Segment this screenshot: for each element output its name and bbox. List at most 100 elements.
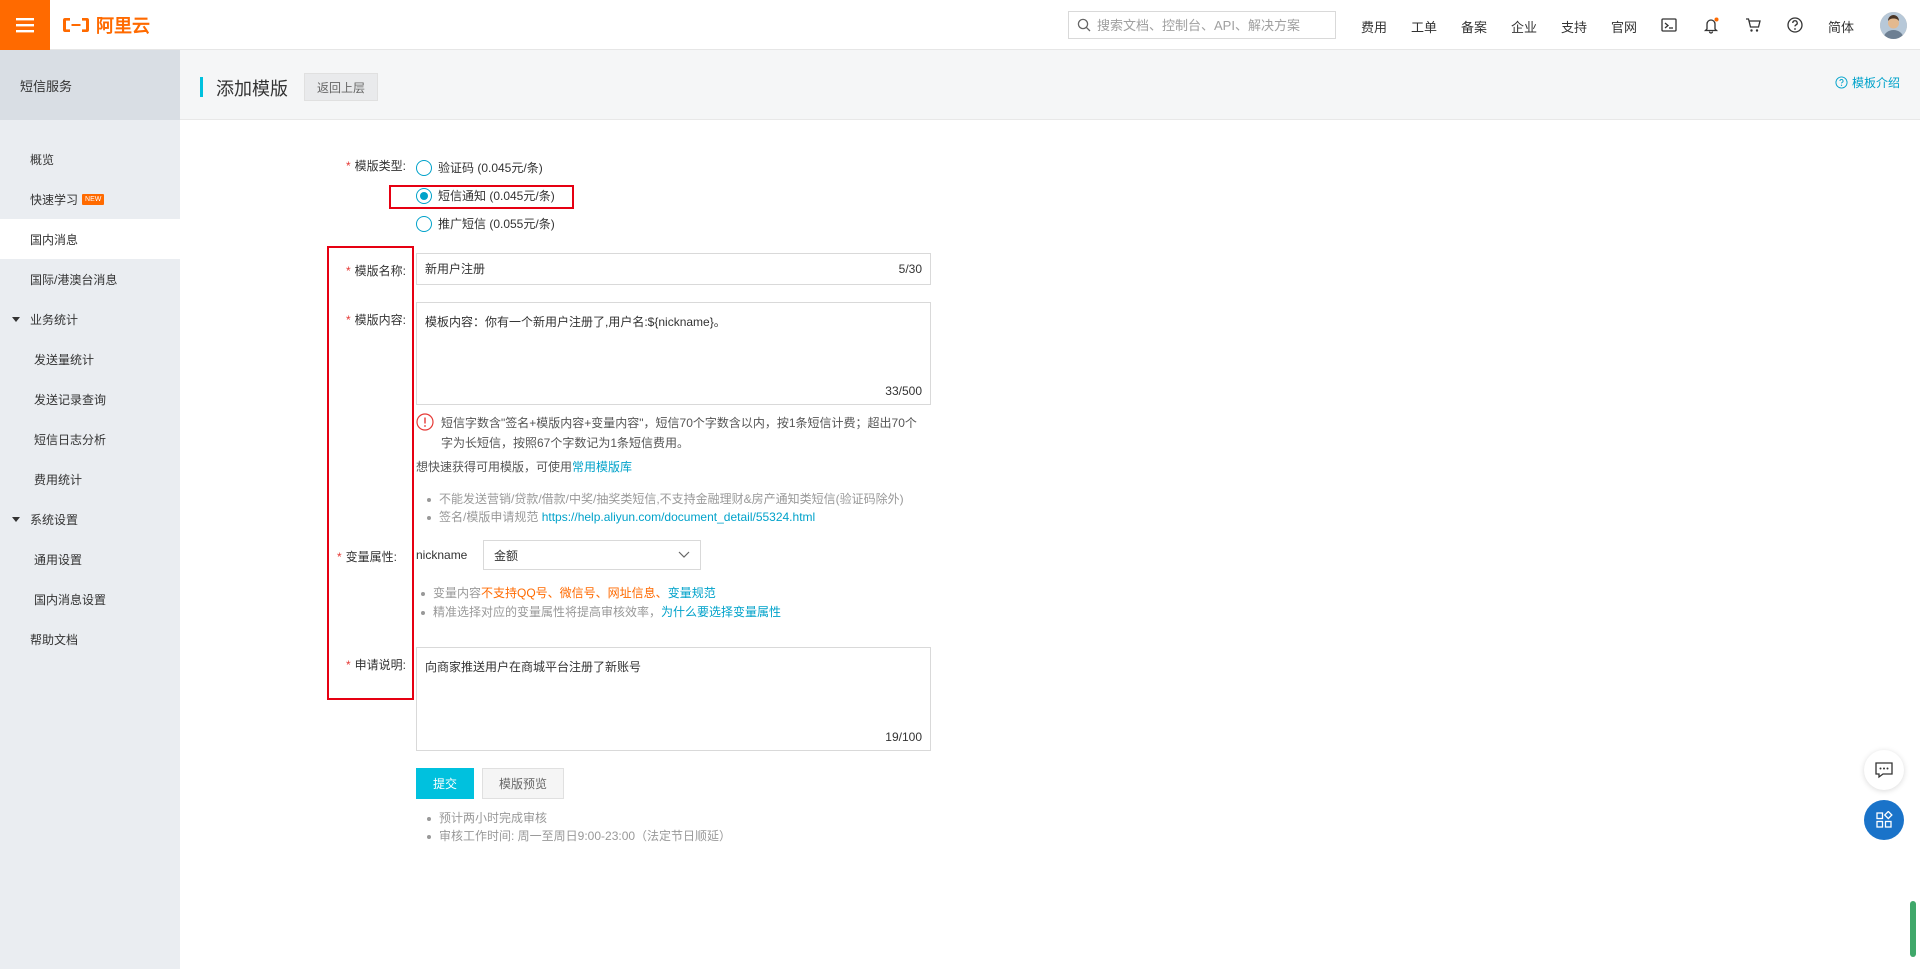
bullet [427,497,431,502]
warning-icon [416,413,434,431]
sidebar-item-overview[interactable]: 概览 [0,139,180,179]
sidebar-item-help-docs[interactable]: 帮助文档 [0,619,180,659]
sidebar-item-quick-learn[interactable]: 快速学习 NEW [0,179,180,219]
name-label-text: 模版名称: [354,264,407,278]
sidebar-item-label: 国际/港澳台消息 [30,272,118,287]
variable-label: * 变量属性: [337,548,397,565]
apps-button[interactable] [1864,800,1904,840]
bullet [421,591,425,596]
sidebar-item-label: 短信日志分析 [34,432,107,447]
required-mark: * [346,264,351,278]
template-content-value: 模板内容：你有一个新用户注册了,用户名:${nickname}。 [425,315,726,329]
rule-item-1: 不能发送营销/贷款/借款/中奖/抽奖类短信,不支持金融理财&房产通知类短信(验证… [427,490,904,507]
sidebar-item-domestic-settings[interactable]: 国内消息设置 [0,579,180,619]
nav-support[interactable]: 支持 [1561,17,1587,36]
sidebar: 短信服务 概览 快速学习 NEW 国内消息 国际/港澳台消息 业务统计 发送量统计… [0,50,180,969]
submit-button[interactable]: 提交 [416,768,474,799]
template-name-input[interactable]: 新用户注册 5/30 [416,253,931,285]
bullet [421,610,425,615]
radio-promotion[interactable]: 推广短信 (0.055元/条) [416,215,555,232]
required-mark: * [337,550,342,564]
variable-rule-link[interactable]: 变量规范 [668,586,716,600]
variable-hint-2: 精准选择对应的变量属性将提高审核效率，为什么要选择变量属性 [421,603,781,620]
template-content-textarea[interactable]: 模板内容：你有一个新用户注册了,用户名:${nickname}。 33/500 [416,302,931,405]
menu-icon[interactable] [0,0,50,50]
search-icon [1077,18,1091,32]
review-note-1-text: 预计两小时完成审核 [439,811,548,825]
radio-label: 验证码 (0.045元/条) [438,161,543,175]
aliyun-logo[interactable]: 阿里云 [62,13,150,37]
variable-type-value: 金额 [494,548,519,563]
description-label-text: 申请说明: [354,658,407,672]
sidebar-item-label: 帮助文档 [30,632,79,647]
sidebar-group-settings[interactable]: 系统设置 [0,499,180,539]
sidebar-item-general-settings[interactable]: 通用设置 [0,539,180,579]
help-circle-icon [1835,76,1848,89]
review-note-1: 预计两小时完成审核 [427,809,547,826]
rule-text-1: 不能发送营销/贷款/借款/中奖/抽奖类短信,不支持金融理财&房产通知类短信(验证… [439,492,904,506]
name-char-counter: 5/30 [898,262,922,276]
search-input[interactable] [1097,17,1327,33]
rule-doc-link[interactable]: https://help.aliyun.com/document_detail/… [542,510,816,524]
sidebar-item-label: 发送量统计 [34,352,95,367]
logo-text: 阿里云 [96,16,150,36]
terminal-icon[interactable] [1660,16,1678,34]
chat-button[interactable] [1864,750,1904,790]
cart-icon[interactable] [1744,16,1762,34]
sidebar-item-send-volume[interactable]: 发送量统计 [0,339,180,379]
bell-icon[interactable] [1702,16,1720,34]
language-switch[interactable]: 简体 [1828,17,1854,36]
sidebar-item-label: 国内消息 [30,232,79,247]
scrollbar-thumb[interactable] [1910,901,1916,957]
sidebar-item-send-records[interactable]: 发送记录查询 [0,379,180,419]
sidebar-item-domestic[interactable]: 国内消息 [0,219,180,259]
variable-label-text: 变量属性: [345,550,398,564]
nav-enterprise[interactable]: 企业 [1511,17,1537,36]
template-library-link[interactable]: 常用模版库 [572,460,632,474]
sidebar-item-label: 系统设置 [30,512,79,527]
bullet [427,834,431,839]
sidebar-item-label: 国内消息设置 [34,592,107,607]
sidebar-item-log-analysis[interactable]: 短信日志分析 [0,419,180,459]
nav-fee[interactable]: 费用 [1361,17,1387,36]
required-mark: * [346,159,351,173]
back-button[interactable]: 返回上层 [304,73,379,101]
rule-text-2: 签名/模版申请规范 [439,510,539,524]
variable-hint-1-warning: 不支持QQ号、微信号、网址信息、 [481,586,668,600]
sidebar-item-international[interactable]: 国际/港澳台消息 [0,259,180,299]
bullet [427,816,431,821]
nav-filing[interactable]: 备案 [1461,17,1487,36]
sidebar-group-stats[interactable]: 业务统计 [0,299,180,339]
sidebar-item-fee-stats[interactable]: 费用统计 [0,459,180,499]
variable-hint-2-text: 精准选择对应的变量属性将提高审核效率， [433,605,662,619]
template-intro-link[interactable]: 模板介绍 [1835,74,1900,91]
search-box[interactable] [1068,11,1336,39]
sidebar-item-label: 快速学习 [30,192,79,207]
radio-circle[interactable] [416,159,432,176]
content-char-counter: 33/500 [885,384,922,398]
variable-hint-1: 变量内容不支持QQ号、微信号、网址信息、变量规范 [421,584,716,601]
nav-website[interactable]: 官网 [1611,17,1637,36]
page-header: 添加模版 返回上层 模板介绍 [180,50,1920,120]
variable-name: nickname [416,548,468,562]
avatar[interactable] [1880,12,1907,39]
review-note-2: 审核工作时间: 周一至周日9:00-23:00（法定节日顺延） [427,827,731,844]
radio-verification[interactable]: 验证码 (0.045元/条) [416,159,543,176]
caret-down-icon [12,316,20,322]
type-label: * 模版类型: [346,157,406,174]
template-intro-label: 模板介绍 [1851,76,1900,90]
radio-circle[interactable] [416,215,432,232]
content-label: * 模版内容: [346,311,406,328]
nav-ticket[interactable]: 工单 [1411,17,1437,36]
variable-type-select[interactable]: 金额 [483,540,701,570]
name-label: * 模版名称: [346,262,406,279]
description-textarea[interactable]: 向商家推送用户在商城平台注册了新账号 19/100 [416,647,931,751]
highlight-box-notification [389,185,574,209]
preview-button[interactable]: 模版预览 [482,768,564,799]
chat-icon [1875,762,1893,779]
type-label-text: 模版类型: [354,159,407,173]
length-warning-line1: 短信字数含"签名+模版内容+变量内容"，短信70个字数含以内，按1条短信计费；超… [441,416,917,430]
why-variable-link[interactable]: 为什么要选择变量属性 [661,605,781,619]
help-icon[interactable] [1786,16,1804,34]
description-value: 向商家推送用户在商城平台注册了新账号 [425,660,642,674]
